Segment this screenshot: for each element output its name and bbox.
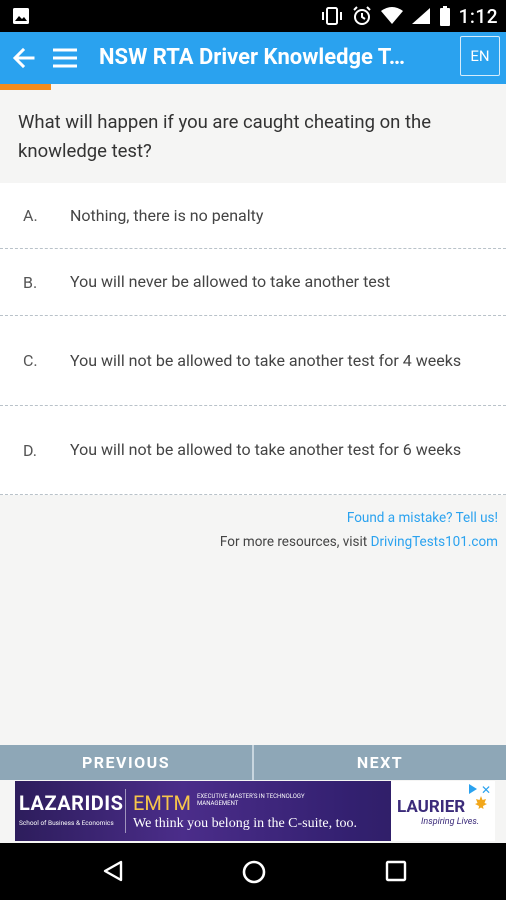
answer-list: A. Nothing, there is no penalty B. You w… [0,183,506,495]
answer-option-a[interactable]: A. Nothing, there is no penalty [0,183,506,249]
ad-program: EMTM [133,791,191,815]
battery-icon [439,6,450,26]
report-mistake-link[interactable]: Found a mistake? Tell us! [347,510,498,526]
alarm-icon [352,6,371,25]
back-arrow-icon[interactable] [8,42,40,74]
home-icon[interactable] [241,859,267,885]
answer-text: You will not be allowed to take another … [70,440,462,459]
answer-text: You will not be allowed to take another … [70,350,462,370]
progress-fill [0,84,51,90]
ad-brand: LAZARIDIS [19,791,124,815]
system-navigation-bar [0,843,506,900]
question-navigation: PREVIOUS NEXT [0,745,506,780]
app-bar: NSW RTA Driver Knowledge T… EN [0,32,506,84]
ad-right-sub: Inspiring Lives. [421,817,480,827]
ad-brand-sub: School of Business & Economics [19,819,114,827]
progress-bar [0,84,506,90]
hamburger-menu-icon[interactable] [49,42,81,74]
language-button[interactable]: EN [460,36,500,76]
answer-option-b[interactable]: B. You will never be allowed to take ano… [0,249,506,316]
answer-letter: C. [23,351,38,370]
answer-letter: A. [23,206,38,225]
status-time: 1:12 [458,4,498,28]
answer-letter: D. [23,440,37,460]
ad-banner[interactable]: LAZARIDIS School of Business & Economics… [15,781,495,841]
maple-leaf-icon [475,796,487,809]
ad-laurier-logo: LAURIER Inspiring Lives. ✕ [391,781,495,841]
previous-button[interactable]: PREVIOUS [0,745,252,780]
image-notification-icon [13,8,29,24]
status-bar: 1:12 [0,0,506,32]
app-title: NSW RTA Driver Knowledge T… [99,45,406,70]
footer-links: Found a mistake? Tell us! For more resou… [220,506,498,554]
ad-close-icon[interactable]: ✕ [481,783,491,797]
question-text: What will happen if you are caught cheat… [18,111,432,162]
vibrate-icon [321,7,342,25]
next-button[interactable]: NEXT [254,745,506,780]
ad-tagline: We think you belong in the C-suite, too. [133,816,358,831]
answer-text: Nothing, there is no penalty [70,205,264,225]
answer-option-d[interactable]: D. You will not be allowed to take anoth… [0,406,506,495]
answer-letter: B. [23,272,38,292]
answer-text: You will never be allowed to take anothe… [70,272,391,291]
cell-signal-icon [411,8,430,24]
ad-right-brand: LAURIER [397,797,466,817]
wifi-icon [380,7,403,24]
resources-link[interactable]: DrivingTests101.com [371,534,498,550]
resources-text: For more resources, visit [219,534,368,550]
ad-separator [125,789,126,833]
ad-lazaridis-logo: LAZARIDIS School of Business & Economics [15,781,125,841]
status-icons: 1:12 [321,4,498,28]
answer-option-c[interactable]: C. You will not be allowed to take anoth… [0,316,506,406]
ad-choices-icon[interactable] [467,783,479,795]
ad-program-sub: EXECUTIVE MASTER'S IN TECHNOLOGY MANAGEM… [197,793,305,807]
back-icon[interactable] [101,859,125,883]
recents-icon[interactable] [385,860,407,882]
